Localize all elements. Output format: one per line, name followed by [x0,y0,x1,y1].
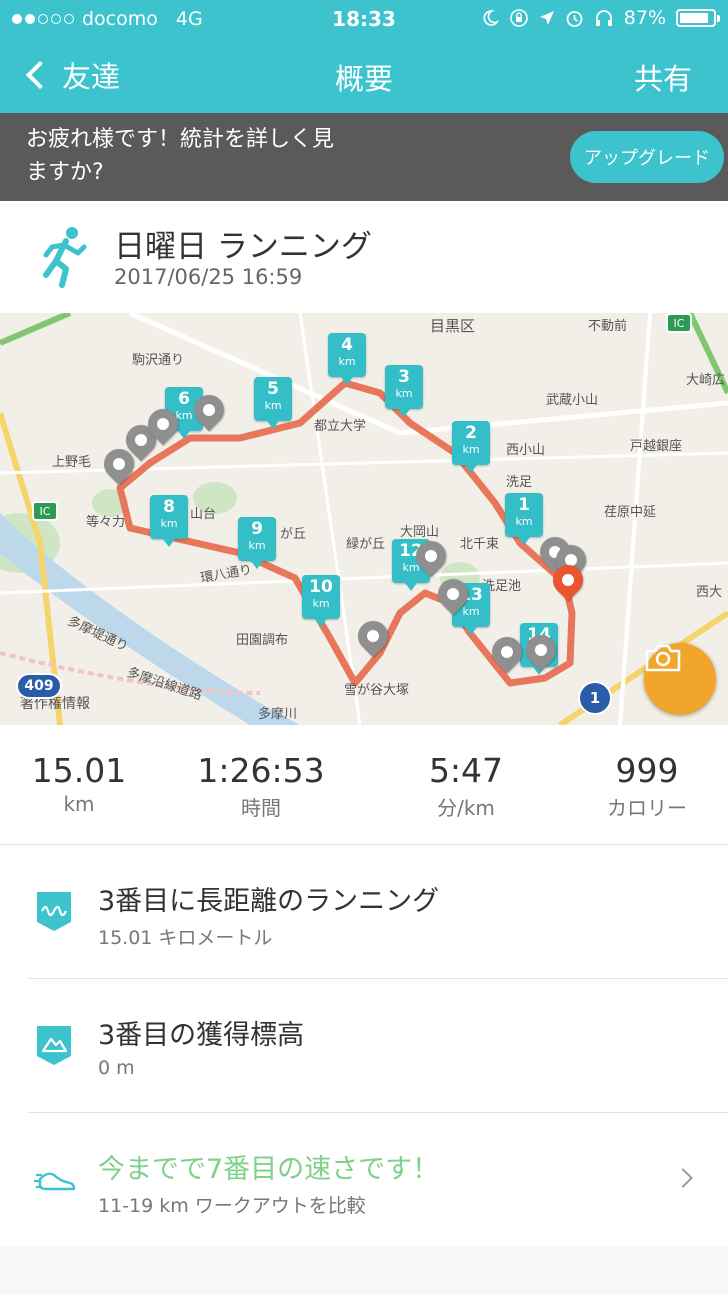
map-label: が丘 [280,527,307,542]
route-409-badge: 409 [16,673,62,699]
activity-datetime: 2017/06/25 16:59 [114,265,303,289]
interchange-badge: IC [666,313,692,333]
page-title: 概要 [334,62,393,96]
stats-panel: 15.01 km 1:26:53 時間 5:47 分/km 999 カロリー [0,725,728,845]
map-label: 戸越銀座 [630,439,683,454]
map-label: 緑が丘 [346,537,386,552]
alarm-icon [566,10,583,27]
map-label: 目黒区 [430,317,476,335]
add-photo-button[interactable] [644,643,716,715]
achievement-subtitle: 0 m [98,1057,135,1079]
upgrade-button[interactable]: アップグレード [570,131,724,183]
shoe-speed-icon [34,1172,76,1191]
map-label: 駒沢通り [132,353,185,368]
stat-unit: 時間 [241,796,281,820]
km-marker[interactable]: 4 km [328,333,366,385]
map-label: 雪が谷大塚 [344,683,410,698]
top-bar: docomo 4G 18:33 87% 友達 概要 共有 [0,0,728,113]
battery-percent: 87% [623,7,666,29]
chevron-right-icon [673,1168,693,1188]
stat-pace: 5:47 分/km [391,751,541,821]
map-label: 等々力 [86,515,126,530]
banner-message: お疲れ様です！統計を詳しく見ますか? [26,127,335,185]
activity-name: 日曜日 ランニング [114,229,372,265]
map-label: 大岡山 [400,525,440,540]
interchange-badge: IC [32,501,58,521]
stat-value: 15.01 [31,751,127,790]
moon-icon [483,10,499,26]
share-button[interactable]: 共有 [634,56,692,98]
stat-unit: km [63,792,95,816]
map-label: 不動前 [588,319,628,334]
achievement-subtitle: 15.01 キロメートル [98,927,273,949]
achievement-row-elevation[interactable]: 3番目の獲得標高 0 m [0,979,728,1113]
page-bottom [0,1246,728,1294]
map-label: 田園調布 [236,633,289,648]
camera-icon [645,644,681,672]
distance-badge-icon [37,892,71,931]
achievement-title: 今までで7番目の速さです！ [98,1154,440,1185]
km-marker[interactable]: 9 km [238,517,276,569]
headphones-icon [595,10,612,26]
map-label: 北千束 [460,537,500,552]
map-label: 大崎広 [686,373,726,388]
stat-duration: 1:26:53 時間 [186,751,336,821]
stat-value: 999 [615,751,679,790]
km-marker[interactable]: 2 km [452,421,490,473]
stat-value: 5:47 [428,751,504,790]
rotation-lock-icon [509,9,528,27]
location-arrow-icon [539,11,554,25]
stat-value: 1:26:53 [197,751,325,790]
map-label: 武蔵小山 [546,393,599,408]
map-label: 荏原中延 [604,505,657,520]
stat-unit: カロリー [607,796,687,820]
runner-icon [43,227,87,288]
stat-calories: 999 カロリー [572,751,722,821]
map-label: 多摩川 [258,707,298,722]
map-label: 洗足 [506,475,533,490]
stat-unit: 分/km [437,796,495,820]
activity-header: 日曜日 ランニング 2017/06/25 16:59 [0,201,728,313]
km-marker[interactable]: 8 km [150,495,188,547]
map-label: 上野毛 [52,455,92,470]
achievement-row-speed[interactable]: 今までで7番目の速さです！ 11-19 km ワークアウトを比較 [0,1113,728,1247]
km-marker[interactable]: 3 km [385,365,423,417]
km-marker[interactable]: 1 km [505,493,543,545]
map-label: 西小山 [506,443,546,458]
elevation-badge-icon [37,1026,71,1065]
upgrade-banner: お疲れ様です！統計を詳しく見ますか? アップグレード [0,113,728,201]
map-label: 都立大学 [314,419,367,434]
map-label: 山台 [190,507,217,522]
route-map[interactable]: 駒沢通り 目黒区 不動前 大崎広 武蔵小山 戸越銀座 西小山 洗足 荏原中延 都… [0,313,728,725]
achievement-row-distance[interactable]: 3番目に長距離のランニング 15.01 キロメートル [0,845,728,979]
status-bar: docomo 4G 18:33 87% [0,0,728,38]
battery-icon [676,9,720,27]
km-marker[interactable]: 5 km [254,377,292,429]
achievement-subtitle: 11-19 km ワークアウトを比較 [98,1195,366,1217]
km-marker[interactable]: 10 km [302,575,340,627]
stat-distance: 15.01 km [4,751,154,816]
route-1-badge: 1 [578,681,612,715]
achievement-title: 3番目に長距離のランニング [98,886,440,917]
map-label: 西大 [696,585,723,600]
navigation-bar: 友達 概要 共有 [0,38,728,113]
achievement-title: 3番目の獲得標高 [98,1020,305,1051]
